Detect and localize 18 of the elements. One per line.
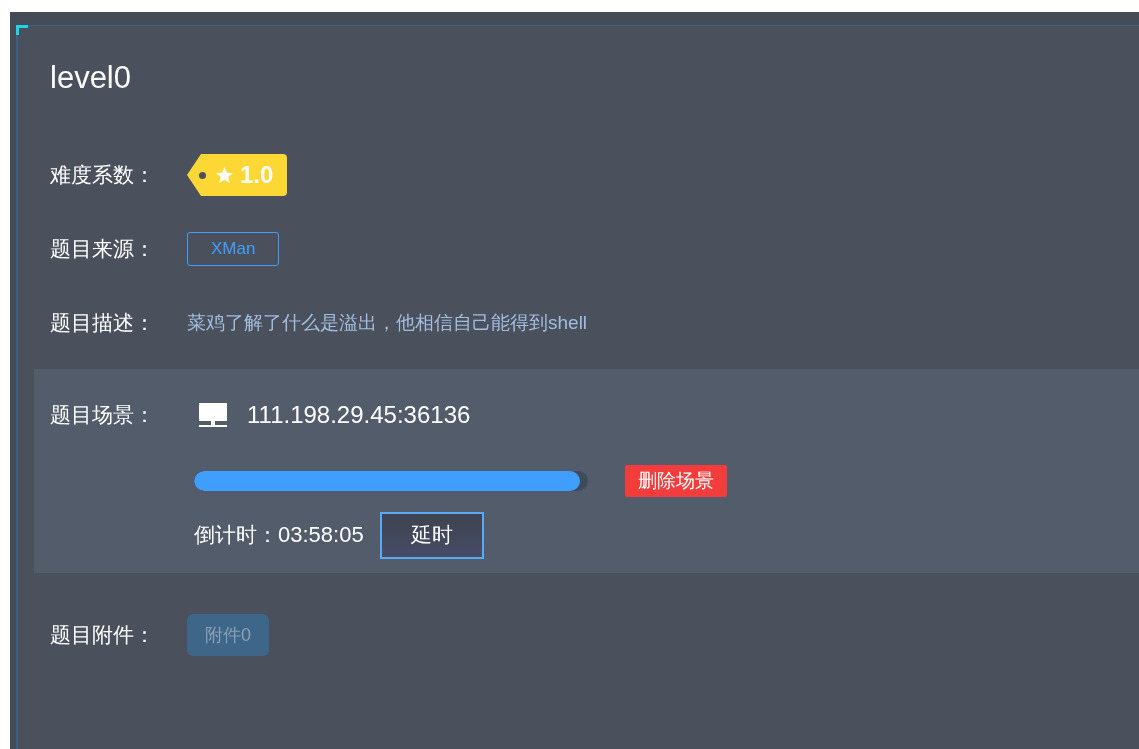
corner-mark <box>16 25 28 35</box>
field-label: 题目来源： <box>50 236 156 262</box>
description-text: 菜鸡了解了什么是溢出，他相信自己能得到shell <box>187 311 588 335</box>
challenge-title: level0 <box>50 59 132 97</box>
difficulty-tag: 1.0 <box>187 154 288 196</box>
field-label: 题目描述： <box>50 310 156 336</box>
delete-scene-button[interactable]: 删除场景 <box>625 465 727 497</box>
source-tag: XMan <box>187 232 280 266</box>
scene-address: 111.198.29.45:36136 <box>247 401 471 429</box>
star-icon <box>215 165 234 185</box>
tag-hole-icon <box>199 171 206 179</box>
countdown-timer: 03:58:05 <box>278 522 364 548</box>
countdown-label: 倒计时： <box>194 522 278 548</box>
extend-button[interactable]: 延时 <box>379 511 484 559</box>
field-label: 难度系数： <box>50 162 156 188</box>
field-label: 题目场景： <box>50 402 156 428</box>
field-label: 题目附件： <box>50 622 156 648</box>
monitor-icon <box>197 401 229 429</box>
